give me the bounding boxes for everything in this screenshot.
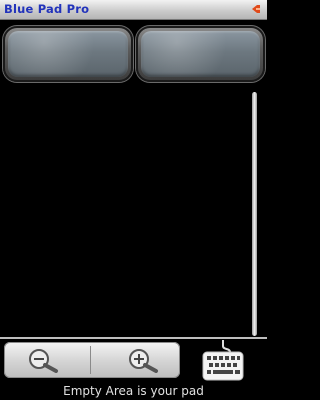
- title-bar: Blue Pad Pro: [0, 0, 267, 20]
- keyboard-icon: [202, 340, 244, 381]
- touch-pad-area[interactable]: [0, 90, 248, 336]
- keyboard-button[interactable]: [200, 338, 246, 382]
- arrow-tag-icon: [252, 5, 260, 13]
- zoom-out-icon: [29, 349, 58, 373]
- left-mouse-button-surface: [8, 31, 128, 77]
- right-mouse-button[interactable]: [136, 26, 265, 82]
- app-title: Blue Pad Pro: [4, 2, 90, 16]
- zoom-out-button[interactable]: [6, 344, 90, 376]
- pad-hint-text: Empty Area is your pad: [63, 384, 204, 398]
- scroll-strip[interactable]: [252, 92, 257, 336]
- zoom-in-icon: [129, 349, 158, 373]
- right-mouse-button-surface: [141, 31, 260, 77]
- left-mouse-button[interactable]: [3, 26, 133, 82]
- zoom-in-button[interactable]: [94, 344, 178, 376]
- zoom-control: [4, 342, 180, 378]
- zoom-divider: [90, 346, 91, 374]
